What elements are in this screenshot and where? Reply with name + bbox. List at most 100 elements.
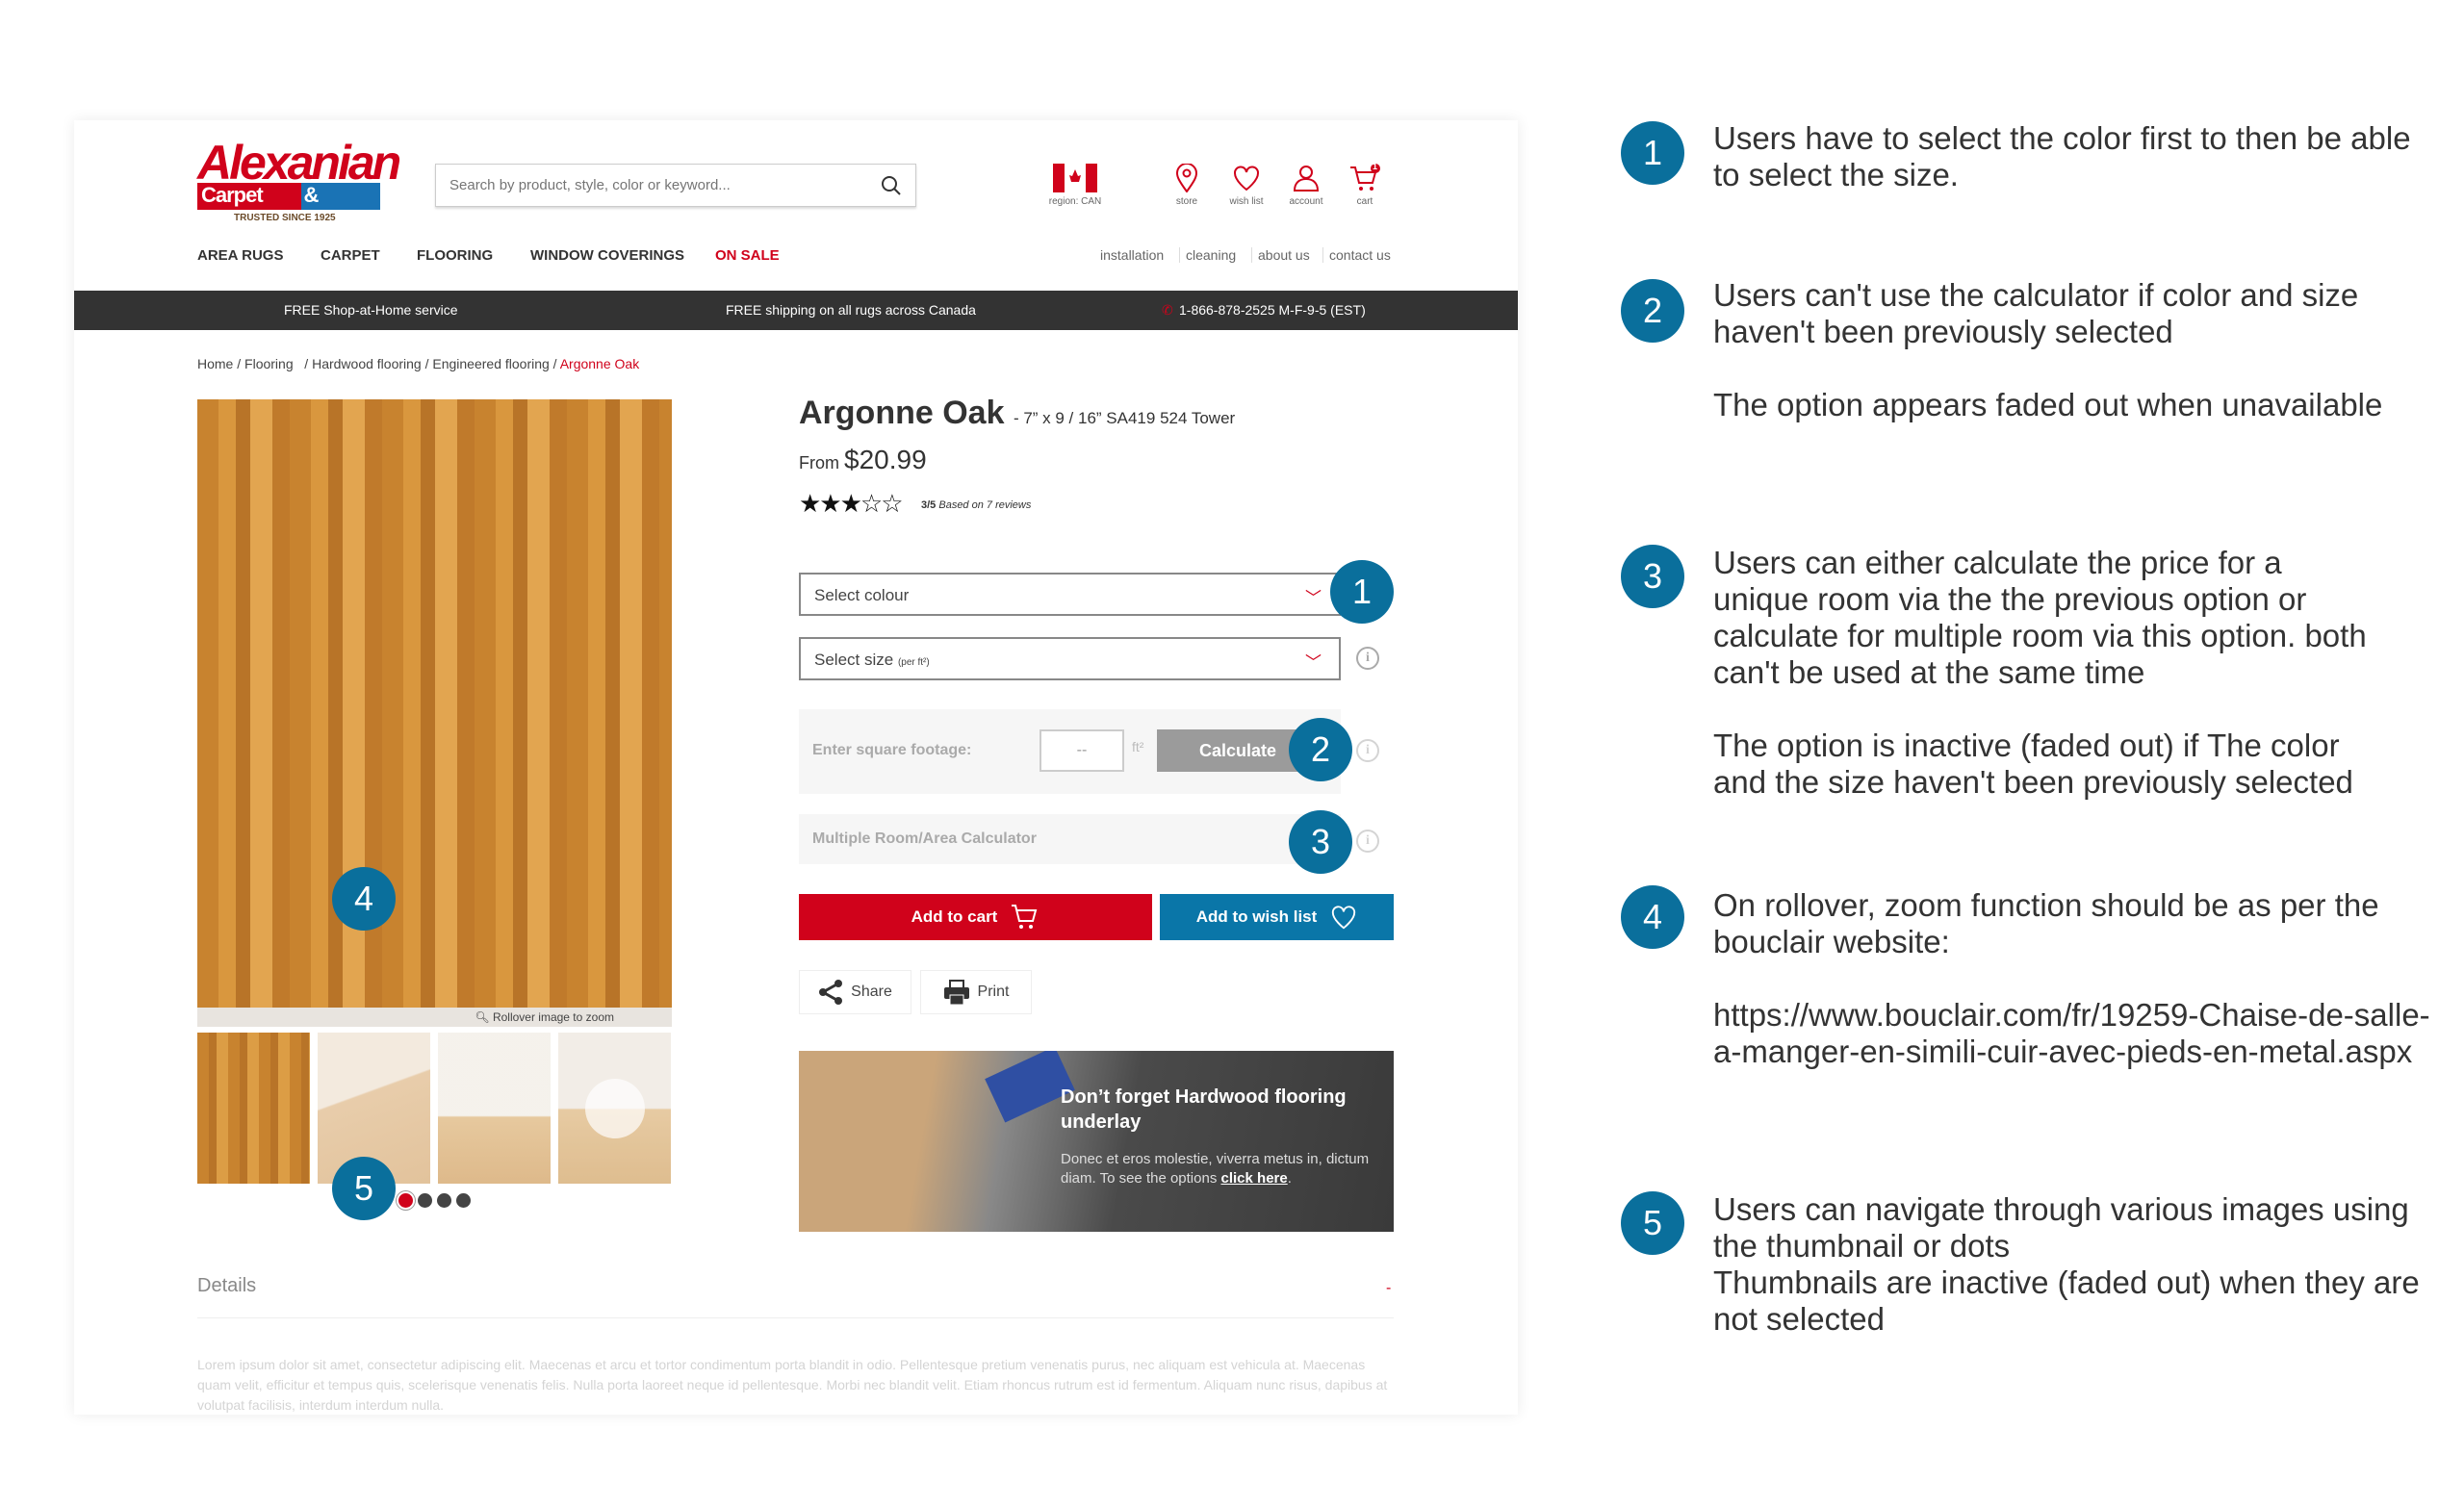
- play-icon: [585, 1079, 645, 1138]
- marker-4: 4: [332, 867, 396, 931]
- logo-tagline: TRUSTED SINCE 1925: [234, 213, 336, 223]
- gallery-dot-2[interactable]: [418, 1193, 432, 1208]
- promo-phone: 1-866-878-2525 M-F-9-5 (EST): [1179, 302, 1366, 318]
- details-heading[interactable]: Details: [197, 1275, 256, 1297]
- chevron-down-icon: ﹀: [1305, 589, 1322, 607]
- cart-link[interactable]: cart 1: [1336, 162, 1394, 207]
- nav-contact-us[interactable]: contact us: [1322, 247, 1397, 263]
- annotation-text: Users can navigate through various image…: [1713, 1191, 2409, 1264]
- heart-icon: [1234, 166, 1259, 192]
- banner-title: Don’t forget Hardwood flooring underlay: [1061, 1086, 1347, 1133]
- chevron-down-icon: ﹀: [1305, 653, 1322, 672]
- annotation-2-badge: 2: [1621, 279, 1684, 343]
- sqft-unit: ft²: [1132, 739, 1144, 754]
- store-label: store: [1175, 196, 1198, 207]
- size-info-icon[interactable]: i: [1356, 647, 1379, 670]
- logo-sub1: Carpet: [197, 183, 302, 210]
- search-icon[interactable]: [881, 175, 902, 196]
- banner-click-here-link[interactable]: click here: [1221, 1170, 1288, 1187]
- reviews-summary[interactable]: 3/5 Based on 7 reviews: [921, 499, 1031, 511]
- colour-placeholder: Select colour: [814, 586, 910, 604]
- add-to-cart-button[interactable]: Add to cart: [799, 894, 1152, 940]
- nav-cleaning[interactable]: cleaning: [1179, 247, 1242, 263]
- breadcrumb-current: Argonne Oak: [559, 356, 640, 371]
- search-box[interactable]: [435, 164, 916, 207]
- gallery-dot-4[interactable]: [456, 1193, 471, 1208]
- multi-room-label: Multiple Room/Area Calculator: [812, 830, 1037, 847]
- multi-room-info-icon[interactable]: i: [1356, 830, 1379, 853]
- banner-body-end: .: [1287, 1170, 1292, 1187]
- annotation-text: The option appears faded out when unavai…: [1713, 387, 2383, 422]
- search-input[interactable]: [449, 177, 881, 193]
- cart-count-badge: 1: [1373, 162, 1378, 171]
- account-link[interactable]: account: [1277, 164, 1335, 207]
- nav-area-rugs[interactable]: AREA RUGS: [197, 247, 283, 264]
- banner-body-text: Donec et eros molestie, viverra metus in…: [1061, 1151, 1370, 1187]
- annotation-text: The option is inactive (faded out) if Th…: [1713, 728, 2353, 800]
- annotation-1-badge: 1: [1621, 121, 1684, 185]
- select-colour-dropdown[interactable]: Select colour ﹀: [799, 573, 1341, 616]
- breadcrumb: Home / Flooring / Hardwood flooring / En…: [197, 356, 640, 371]
- promo-free-shipping: FREE shipping on all rugs across Canada: [726, 302, 976, 318]
- underlay-promo-banner[interactable]: Don’t forget Hardwood flooring underlay …: [799, 1051, 1394, 1232]
- cart-label: cart: [1356, 196, 1373, 207]
- nav-carpet[interactable]: CARPET: [321, 247, 380, 264]
- sqft-label: Enter square footage:: [812, 742, 972, 758]
- store-link[interactable]: store: [1158, 164, 1216, 207]
- annotation-text: Thumbnails are inactive (faded out) when…: [1713, 1264, 2420, 1337]
- nav-installation[interactable]: installation: [1094, 247, 1169, 263]
- sqft-input[interactable]: --: [1040, 729, 1124, 772]
- add-to-wishlist-button[interactable]: Add to wish list: [1160, 894, 1394, 940]
- region-selector[interactable]: region: CAN: [1046, 164, 1104, 207]
- nav-about-us[interactable]: about us: [1251, 247, 1316, 263]
- annotation-5-badge: 5: [1621, 1191, 1684, 1255]
- location-pin-icon: [1175, 164, 1198, 192]
- banner-body: Donec et eros molestie, viverra metus in…: [1061, 1150, 1378, 1188]
- annotation-url: https://www.bouclair.com/fr/19259-Chaise…: [1713, 997, 2430, 1069]
- breadcrumb-flooring[interactable]: Flooring: [244, 356, 294, 371]
- gallery-dot-3[interactable]: [437, 1193, 451, 1208]
- printer-icon: [943, 980, 969, 1006]
- share-label: Share: [851, 983, 892, 1000]
- add-to-wishlist-label: Add to wish list: [1195, 907, 1318, 926]
- gallery-dot-1[interactable]: [398, 1193, 413, 1208]
- thumbnail-1[interactable]: [197, 1033, 310, 1184]
- annotation-text: Users have to select the color first to …: [1713, 120, 2411, 192]
- details-collapse-toggle[interactable]: -: [1386, 1280, 1391, 1297]
- breadcrumb-engineered[interactable]: Engineered flooring: [432, 356, 549, 371]
- select-size-dropdown[interactable]: Select size (per ft²) ﹀: [799, 637, 1341, 680]
- breadcrumb-hardwood[interactable]: Hardwood flooring: [312, 356, 422, 371]
- thumbnail-3[interactable]: [438, 1033, 551, 1184]
- price-prefix: From: [799, 453, 839, 473]
- print-button[interactable]: Print: [920, 970, 1032, 1014]
- region-label: region: CAN: [1048, 196, 1102, 207]
- annotation-3-badge: 3: [1621, 545, 1684, 608]
- annotation-text: On rollover, zoom function should be as …: [1713, 887, 2379, 959]
- calculator-info-icon[interactable]: i: [1356, 739, 1379, 762]
- logo-subtitle: Carpet & Flooring: [197, 183, 381, 232]
- divider: [197, 1317, 1394, 1318]
- reviews-text: Based on 7 reviews: [938, 499, 1032, 511]
- multiple-room-calculator[interactable]: Multiple Room/Area Calculator: [799, 814, 1341, 864]
- nav-window-coverings[interactable]: WINDOW COVERINGS: [530, 247, 684, 264]
- wishlist-link[interactable]: wish list: [1218, 164, 1275, 207]
- main-product-image[interactable]: [197, 399, 672, 1008]
- annotation-text: Users can either calculate the price for…: [1713, 545, 2367, 690]
- rollover-text: Rollover image to zoom: [492, 1010, 614, 1024]
- nav-flooring[interactable]: FLOORING: [417, 247, 493, 264]
- thumbnail-4-video[interactable]: [558, 1033, 671, 1184]
- size-placeholder: Select size: [814, 651, 894, 669]
- promo-bar: FREE Shop-at-Home service FREE shipping …: [74, 291, 1518, 330]
- add-to-cart-label: Add to cart: [911, 907, 998, 926]
- marker-2: 2: [1289, 718, 1352, 781]
- annotation-5: Users can navigate through various image…: [1713, 1191, 2426, 1338]
- wishlist-label: wish list: [1229, 196, 1264, 207]
- breadcrumb-home[interactable]: Home: [197, 356, 233, 371]
- account-label: account: [1289, 196, 1323, 207]
- annotation-4-badge: 4: [1621, 885, 1684, 949]
- phone-icon: ✆: [1162, 302, 1173, 318]
- marker-3: 3: [1289, 810, 1352, 874]
- annotation-1: Users have to select the color first to …: [1713, 120, 2426, 193]
- nav-on-sale[interactable]: ON SALE: [715, 247, 780, 264]
- share-button[interactable]: Share: [799, 970, 911, 1014]
